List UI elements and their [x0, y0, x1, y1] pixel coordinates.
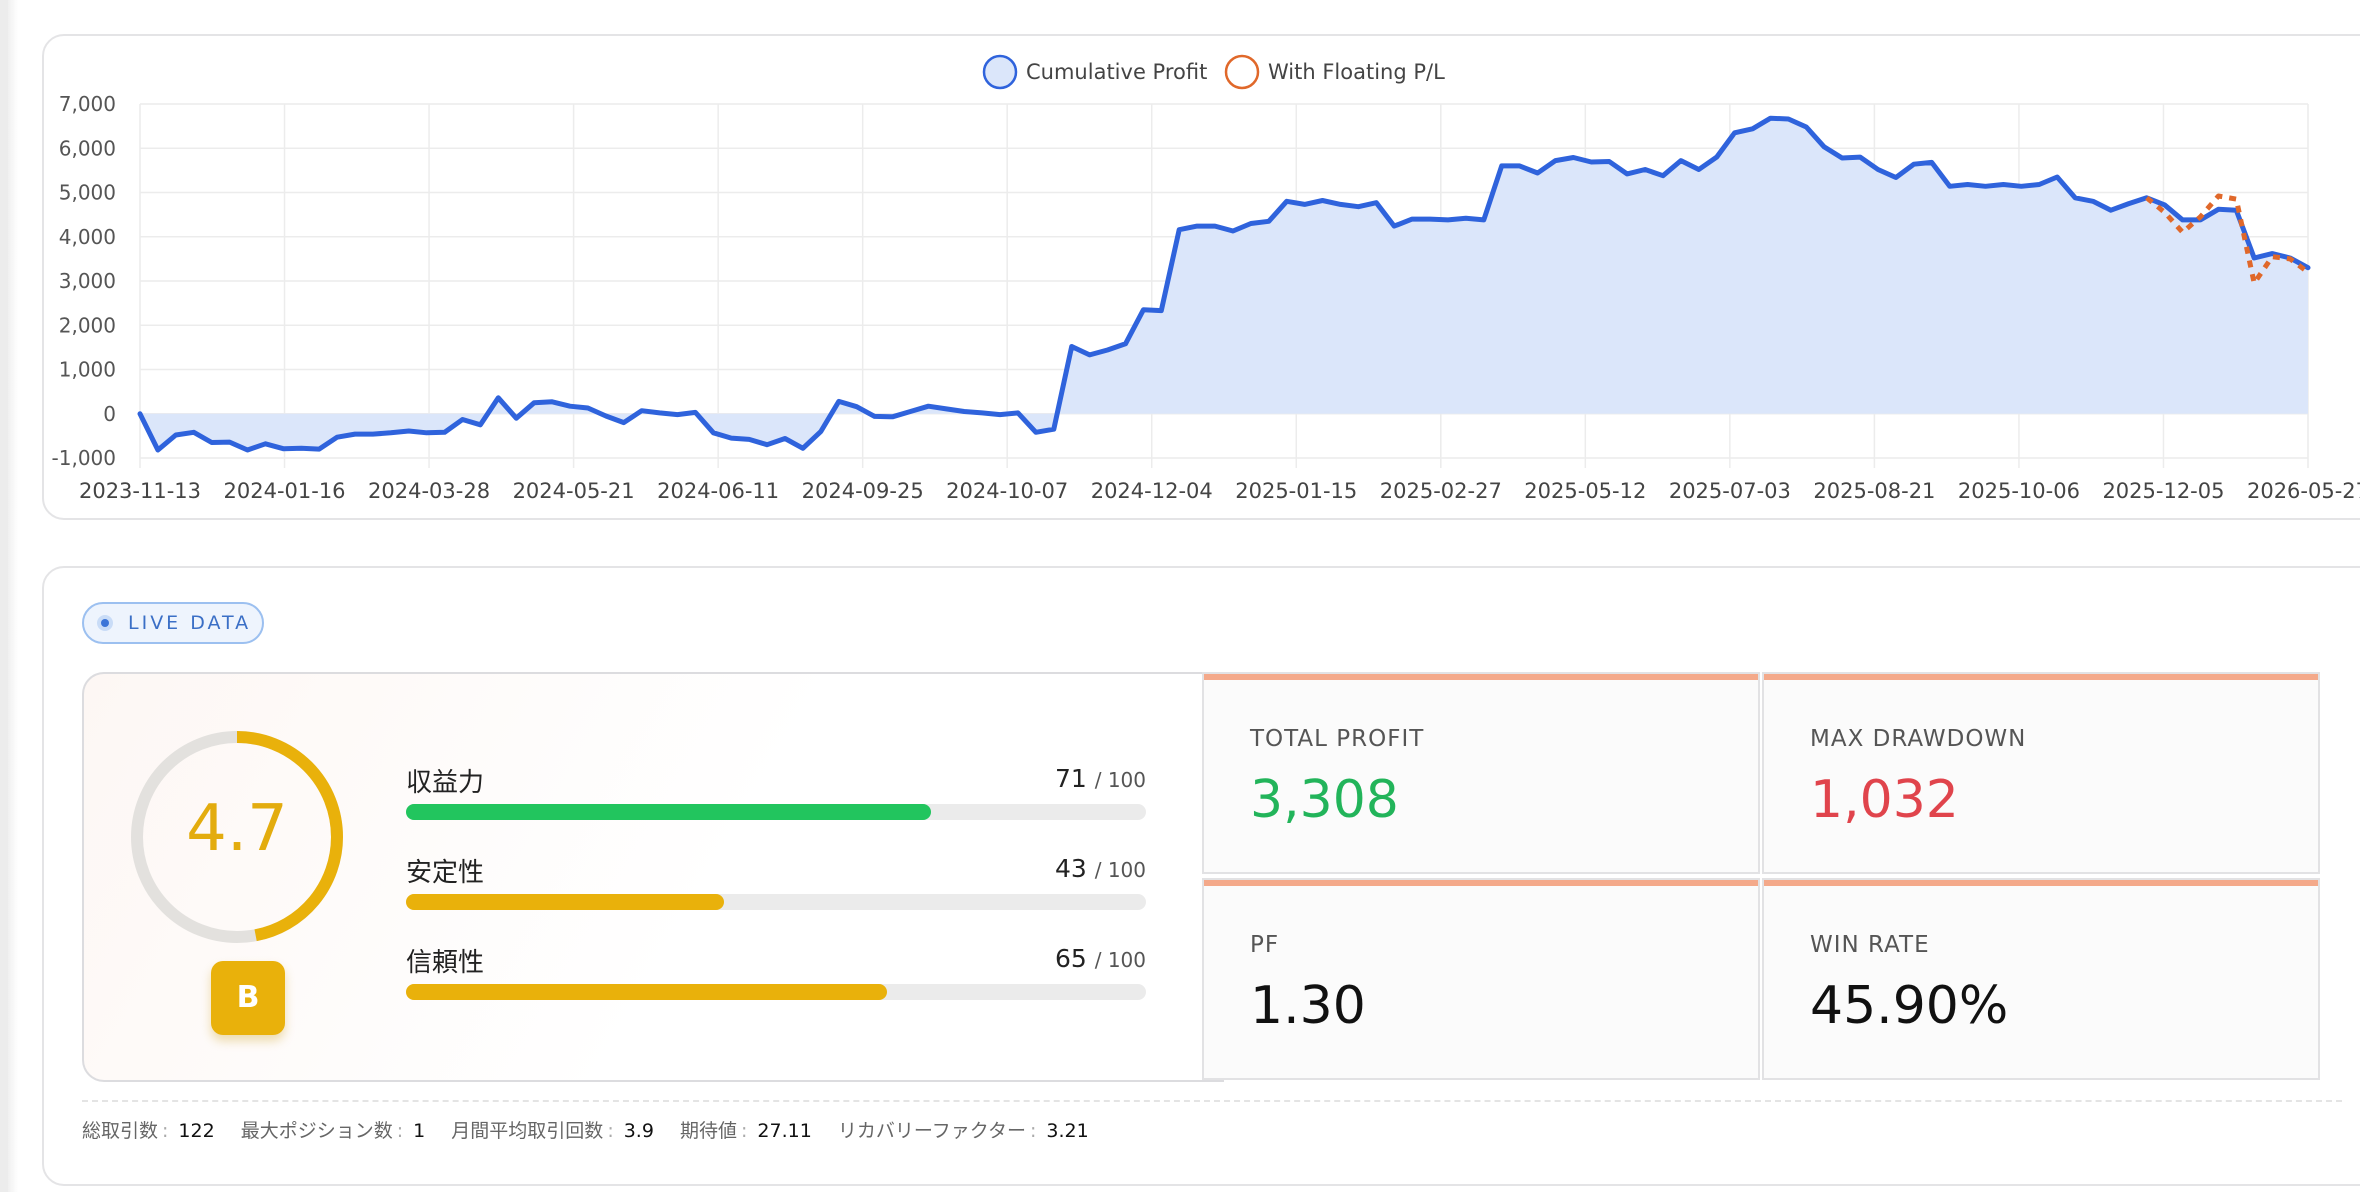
live-data-label: LIVE DATA: [128, 612, 252, 634]
metric-score-max: / 100: [1094, 948, 1146, 972]
live-indicator-dot: [101, 619, 109, 627]
profit-chart: 7,000 6,000 5,000 4,000 3,000 2,000 1,000 0 -1,0…: [52, 54, 2360, 503]
left-scroll-rail: [0, 0, 8, 1192]
metric-score-value: 71: [1054, 764, 1087, 793]
kpi-win-rate: WIN RATE 45.90%: [1762, 878, 2320, 1080]
metric-profitability: 収益力 71 / 100: [406, 762, 1146, 832]
x-tick-label: 2025-05-12: [1524, 479, 1646, 503]
legend-label: With Floating P/L: [1268, 60, 1445, 84]
score-value: 4.7: [186, 792, 288, 866]
grade-badge: B: [211, 961, 285, 1035]
kpi-total-profit: TOTAL PROFIT 3,308: [1202, 672, 1760, 874]
x-tick-label: 2025-01-15: [1235, 479, 1357, 503]
kpi-value: 45.90%: [1810, 976, 2009, 1036]
legend-swatch-icon: [1224, 54, 1260, 90]
kpi-accent-bar: [1204, 674, 1758, 680]
x-tick-label: 2024-05-21: [513, 479, 635, 503]
kpi-max-drawdown: MAX DRAWDOWN 1,032: [1762, 672, 2320, 874]
kpi-label: TOTAL PROFIT: [1250, 726, 1425, 752]
x-tick-label: 2025-07-03: [1669, 479, 1791, 503]
stats-card: LIVE DATA 4.7 B 収益力 71 / 100 安定性 43 / 10…: [42, 566, 2360, 1186]
x-tick-label: 2023-11-13: [79, 479, 201, 503]
footer-label: 総取引数: [82, 1120, 159, 1142]
metric-label: 信頼性: [406, 948, 485, 978]
metric-track: [406, 804, 1146, 820]
metric-reliability: 信頼性 65 / 100: [406, 942, 1146, 1012]
left-rail-shadow: [8, 0, 18, 1192]
live-data-badge: LIVE DATA: [82, 602, 264, 644]
profit-chart-card: 7,000 6,000 5,000 4,000 3,000 2,000 1,000 0 -1,0…: [42, 34, 2360, 520]
kpi-label: WIN RATE: [1810, 932, 1930, 958]
x-tick-label: 2024-03-28: [368, 479, 490, 503]
footer-value: 3.9: [623, 1120, 654, 1142]
x-tick-label: 2025-02-27: [1380, 479, 1502, 503]
x-tick-label: 2024-12-04: [1091, 479, 1213, 503]
y-tick-label: 4,000: [59, 225, 116, 249]
x-tick-label: 2024-01-16: [224, 479, 346, 503]
legend-swatch-icon: [982, 54, 1018, 90]
metric-stability: 安定性 43 / 100: [406, 852, 1146, 922]
x-tick-label: 2025-10-06: [1958, 479, 2080, 503]
y-tick-label: 3,000: [59, 269, 116, 293]
footer-label: リカバリーファクター: [837, 1120, 1026, 1142]
metric-track: [406, 984, 1146, 1000]
x-tick-label: 2026-05-27: [2247, 479, 2360, 503]
x-tick-label: 2025-12-05: [2102, 479, 2224, 503]
metric-score: 43 / 100: [1055, 854, 1146, 883]
metric-label: 収益力: [406, 768, 485, 798]
y-tick-label: 2,000: [59, 313, 116, 337]
score-panel: 4.7 B 収益力 71 / 100 安定性 43 / 100 信頼性 65 /…: [82, 672, 1224, 1082]
kpi-value: 1,032: [1810, 770, 1959, 830]
metric-label: 安定性: [406, 858, 485, 888]
metric-score-max: / 100: [1094, 858, 1146, 882]
y-tick-label: 7,000: [59, 92, 116, 116]
x-tick-label: 2025-08-21: [1813, 479, 1935, 503]
metric-fill: [406, 894, 725, 910]
kpi-value: 3,308: [1250, 770, 1399, 830]
footer-value: 122: [178, 1120, 215, 1142]
metric-fill: [406, 984, 887, 1000]
x-tick-label: 2024-09-25: [802, 479, 924, 503]
chart-legend: Cumulative Profit With Floating P/L: [982, 54, 1445, 90]
x-tick-label: 2024-10-07: [946, 479, 1068, 503]
kpi-accent-bar: [1764, 674, 2318, 680]
y-tick-label: 1,000: [59, 358, 116, 382]
summary-footer: 総取引数:122 最大ポジション数:1 月間平均取引回数:3.9 期待値:27.…: [82, 1120, 1089, 1142]
kpi-label: PF: [1250, 932, 1280, 958]
kpi-label: MAX DRAWDOWN: [1810, 726, 2027, 752]
y-tick-label: 5,000: [59, 181, 116, 205]
y-tick-label: -1,000: [52, 446, 116, 470]
footer-divider: [82, 1100, 2342, 1102]
legend-label: Cumulative Profit: [1026, 60, 1207, 84]
metric-score-max: / 100: [1094, 768, 1146, 792]
metric-score: 71 / 100: [1055, 764, 1146, 793]
metric-track: [406, 894, 1146, 910]
x-tick-label: 2024-06-11: [657, 479, 779, 503]
kpi-accent-bar: [1764, 880, 2318, 886]
footer-label: 最大ポジション数: [240, 1120, 393, 1142]
metric-score-value: 65: [1054, 944, 1087, 973]
footer-label: 月間平均取引回数: [451, 1120, 604, 1142]
metric-fill: [406, 804, 932, 820]
metric-score: 65 / 100: [1055, 944, 1146, 973]
footer-value: 3.21: [1046, 1120, 1089, 1142]
y-tick-label: 0: [103, 402, 116, 426]
footer-value: 27.11: [757, 1120, 812, 1142]
footer-value: 1: [413, 1120, 426, 1142]
cumulative-profit-area: [140, 118, 2308, 450]
kpi-value: 1.30: [1250, 976, 1366, 1036]
footer-label: 期待値: [679, 1120, 737, 1142]
metric-score-value: 43: [1054, 854, 1087, 883]
kpi-profit-factor: PF 1.30: [1202, 878, 1760, 1080]
y-tick-label: 6,000: [59, 136, 116, 160]
kpi-accent-bar: [1204, 880, 1758, 886]
